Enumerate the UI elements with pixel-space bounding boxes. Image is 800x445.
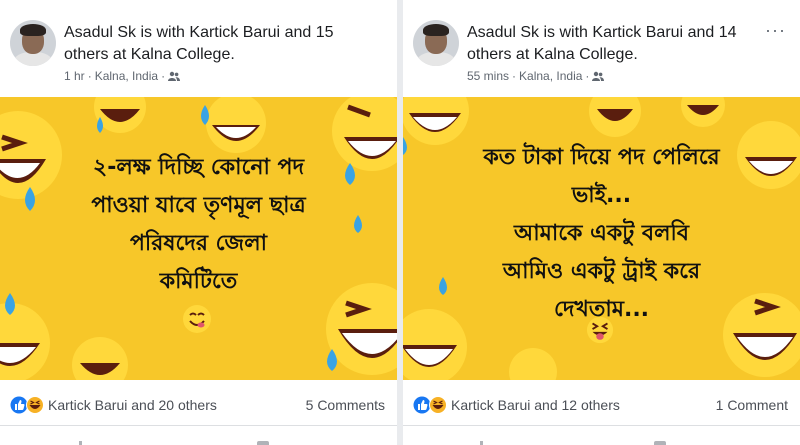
- caption-line: ভাই...: [571, 183, 632, 208]
- caption-line: পাওয়া যাবে তৃণমূল ছাত্র: [91, 193, 306, 218]
- post-headline: Asadul Sk is with Kartick Barui and 15 o…: [64, 22, 354, 66]
- at-text: at: [515, 46, 530, 63]
- post-time[interactable]: 55 mins: [467, 69, 509, 83]
- tagged-name[interactable]: Kartick Barui: [592, 24, 683, 41]
- comments-count[interactable]: 5 Comments: [306, 397, 385, 413]
- comment-button-icon[interactable]: [256, 435, 270, 445]
- post-headline: Asadul Sk is with Kartick Barui and 14 o…: [467, 22, 757, 66]
- action-bar: [0, 427, 397, 445]
- author-name[interactable]: Asadul Sk: [64, 24, 136, 41]
- post-location[interactable]: Kalna, India: [95, 69, 158, 83]
- post-card: Asadul Sk is with Kartick Barui and 14 o…: [403, 0, 800, 445]
- caption-line: কত টাকা দিয়ে পদ পেলিরে: [483, 145, 720, 170]
- comments-count[interactable]: 1 Comment: [716, 397, 788, 413]
- comment-button-icon[interactable]: [653, 435, 667, 445]
- post-location[interactable]: Kalna, India: [519, 69, 582, 83]
- meme-caption: ২-লক্ষ দিচ্ছি কোনো পদ পাওয়া যাবে তৃণমূল…: [14, 149, 383, 301]
- reaction-icons[interactable]: [10, 396, 44, 414]
- and-text: and: [687, 24, 715, 41]
- like-button-icon[interactable]: [78, 435, 92, 445]
- tagged-name[interactable]: Kartick Barui: [189, 24, 280, 41]
- place-link[interactable]: Kalna College.: [131, 46, 235, 63]
- caption-line: পরিষদের জেলা: [130, 231, 267, 256]
- action-bar: [403, 427, 800, 445]
- friends-icon: [592, 70, 605, 84]
- reaction-names[interactable]: Kartick Barui and 12 others: [451, 397, 620, 413]
- post-header: Asadul Sk is with Kartick Barui and 14 o…: [403, 0, 800, 95]
- like-button-icon[interactable]: [479, 435, 493, 445]
- author-name[interactable]: Asadul Sk: [467, 24, 539, 41]
- caption-line: আমাকে একটু বলবি: [513, 221, 690, 246]
- meme-caption: কত টাকা দিয়ে পদ পেলিরে ভাই... আমাকে একট…: [417, 139, 786, 329]
- meme-image[interactable]: কত টাকা দিয়ে পদ পেলিরে ভাই... আমাকে একট…: [403, 97, 800, 380]
- post-meta: 55 mins · Kalna, India ·: [467, 69, 605, 84]
- place-link[interactable]: Kalna College.: [534, 46, 638, 63]
- avatar[interactable]: [413, 20, 459, 66]
- more-icon[interactable]: ···: [765, 20, 786, 41]
- and-text: and: [284, 24, 312, 41]
- yum-emoji-icon: [183, 305, 211, 333]
- reactions-bar: Kartick Barui and 12 others 1 Comment: [403, 382, 800, 426]
- post-card: Asadul Sk is with Kartick Barui and 15 o…: [0, 0, 397, 445]
- caption-line: কমিটিতে: [159, 269, 238, 294]
- at-text: at: [112, 46, 127, 63]
- with-text: is with: [543, 24, 588, 41]
- post-time[interactable]: 1 hr: [64, 69, 85, 83]
- reaction-names[interactable]: Kartick Barui and 20 others: [48, 397, 217, 413]
- caption-line: আমিও একটু ট্রাই করে: [502, 259, 701, 284]
- reaction-icons[interactable]: [413, 396, 447, 414]
- reactions-bar: Kartick Barui and 20 others 5 Comments: [0, 382, 397, 426]
- post-header: Asadul Sk is with Kartick Barui and 15 o…: [0, 0, 397, 95]
- caption-line: ২-লক্ষ দিচ্ছি কোনো পদ: [92, 155, 305, 180]
- with-text: is with: [140, 24, 185, 41]
- avatar[interactable]: [10, 20, 56, 66]
- friends-icon: [168, 70, 181, 84]
- tongue-out-emoji-icon: [586, 316, 614, 344]
- post-meta: 1 hr · Kalna, India ·: [64, 69, 181, 84]
- meme-image[interactable]: ২-লক্ষ দিচ্ছি কোনো পদ পাওয়া যাবে তৃণমূল…: [0, 97, 397, 380]
